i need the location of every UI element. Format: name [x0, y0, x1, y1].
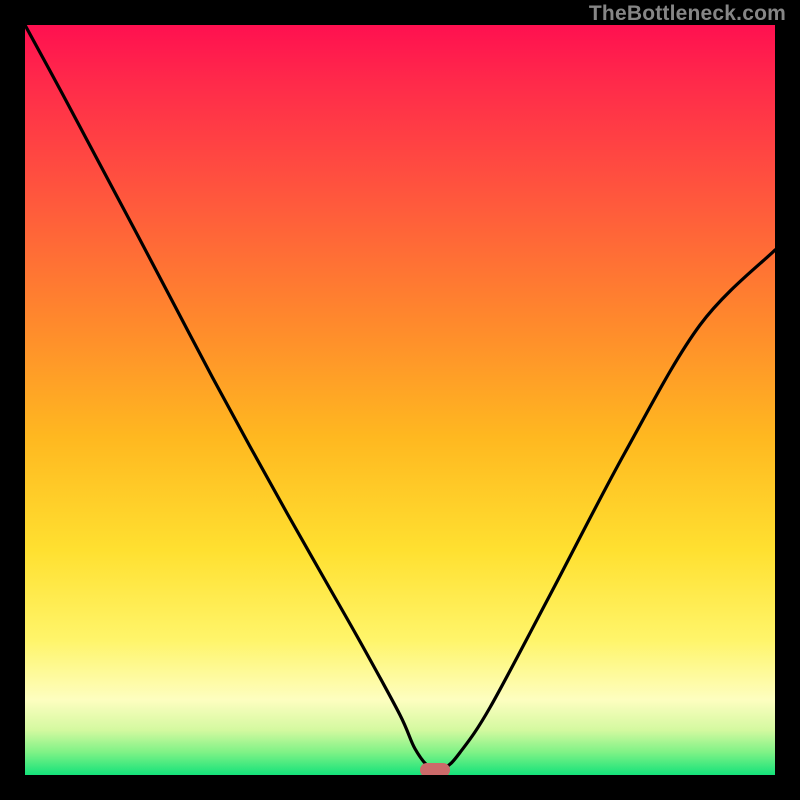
plot-area — [25, 25, 775, 775]
bottleneck-curve — [25, 25, 775, 775]
watermark-text: TheBottleneck.com — [589, 2, 786, 26]
bottleneck-marker — [420, 763, 450, 775]
chart-frame: TheBottleneck.com — [0, 0, 800, 800]
